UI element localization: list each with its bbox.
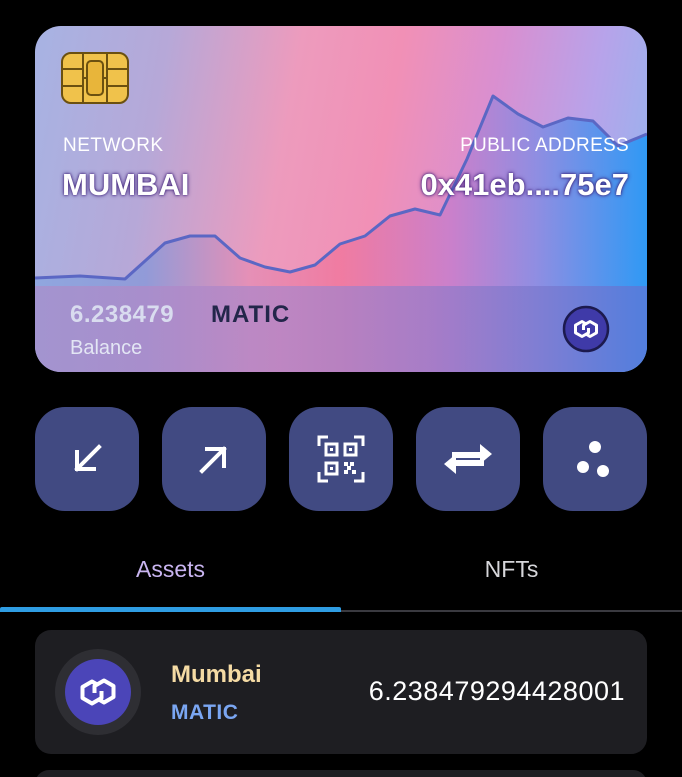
asset-symbol: MATIC [171,701,239,724]
polygon-logo-icon [55,649,141,735]
wallet-screen: NETWORK MUMBAI PUBLIC ADDRESS 0x41eb....… [0,0,682,777]
public-address-value[interactable]: 0x41eb....75e7 [420,167,629,203]
receive-button[interactable] [35,407,139,511]
wallet-card[interactable]: NETWORK MUMBAI PUBLIC ADDRESS 0x41eb....… [35,26,647,372]
sim-chip-icon [61,52,129,104]
tab-nfts[interactable]: NFTs [341,540,682,612]
list-item[interactable] [35,770,647,777]
qr-code-icon [317,435,365,483]
action-buttons [35,407,647,511]
balance-amount: 6.238479 [70,301,175,328]
send-button[interactable] [162,407,266,511]
list-item[interactable]: Mumbai MATIC 6.238479294428001 [35,630,647,754]
more-button[interactable] [543,407,647,511]
polygon-logo-icon [562,305,610,353]
asset-tabs: Assets NFTs [0,540,682,614]
asset-balance: 6.238479294428001 [368,676,625,706]
network-name: MUMBAI [62,167,190,202]
public-address-label: PUBLIC ADDRESS [460,135,629,156]
asset-name: Mumbai [171,661,262,688]
swap-button[interactable] [416,407,520,511]
arrow-up-right-icon [199,446,227,474]
balance-symbol: MATIC [211,301,291,328]
three-dots-icon [577,441,609,477]
network-label: NETWORK [63,135,164,156]
swap-arrows-icon [444,444,492,474]
scan-qr-button[interactable] [289,407,393,511]
active-tab-indicator [0,607,341,612]
tab-assets[interactable]: Assets [0,540,341,612]
balance-label: Balance [70,337,143,359]
arrow-down-left-icon [74,444,102,472]
